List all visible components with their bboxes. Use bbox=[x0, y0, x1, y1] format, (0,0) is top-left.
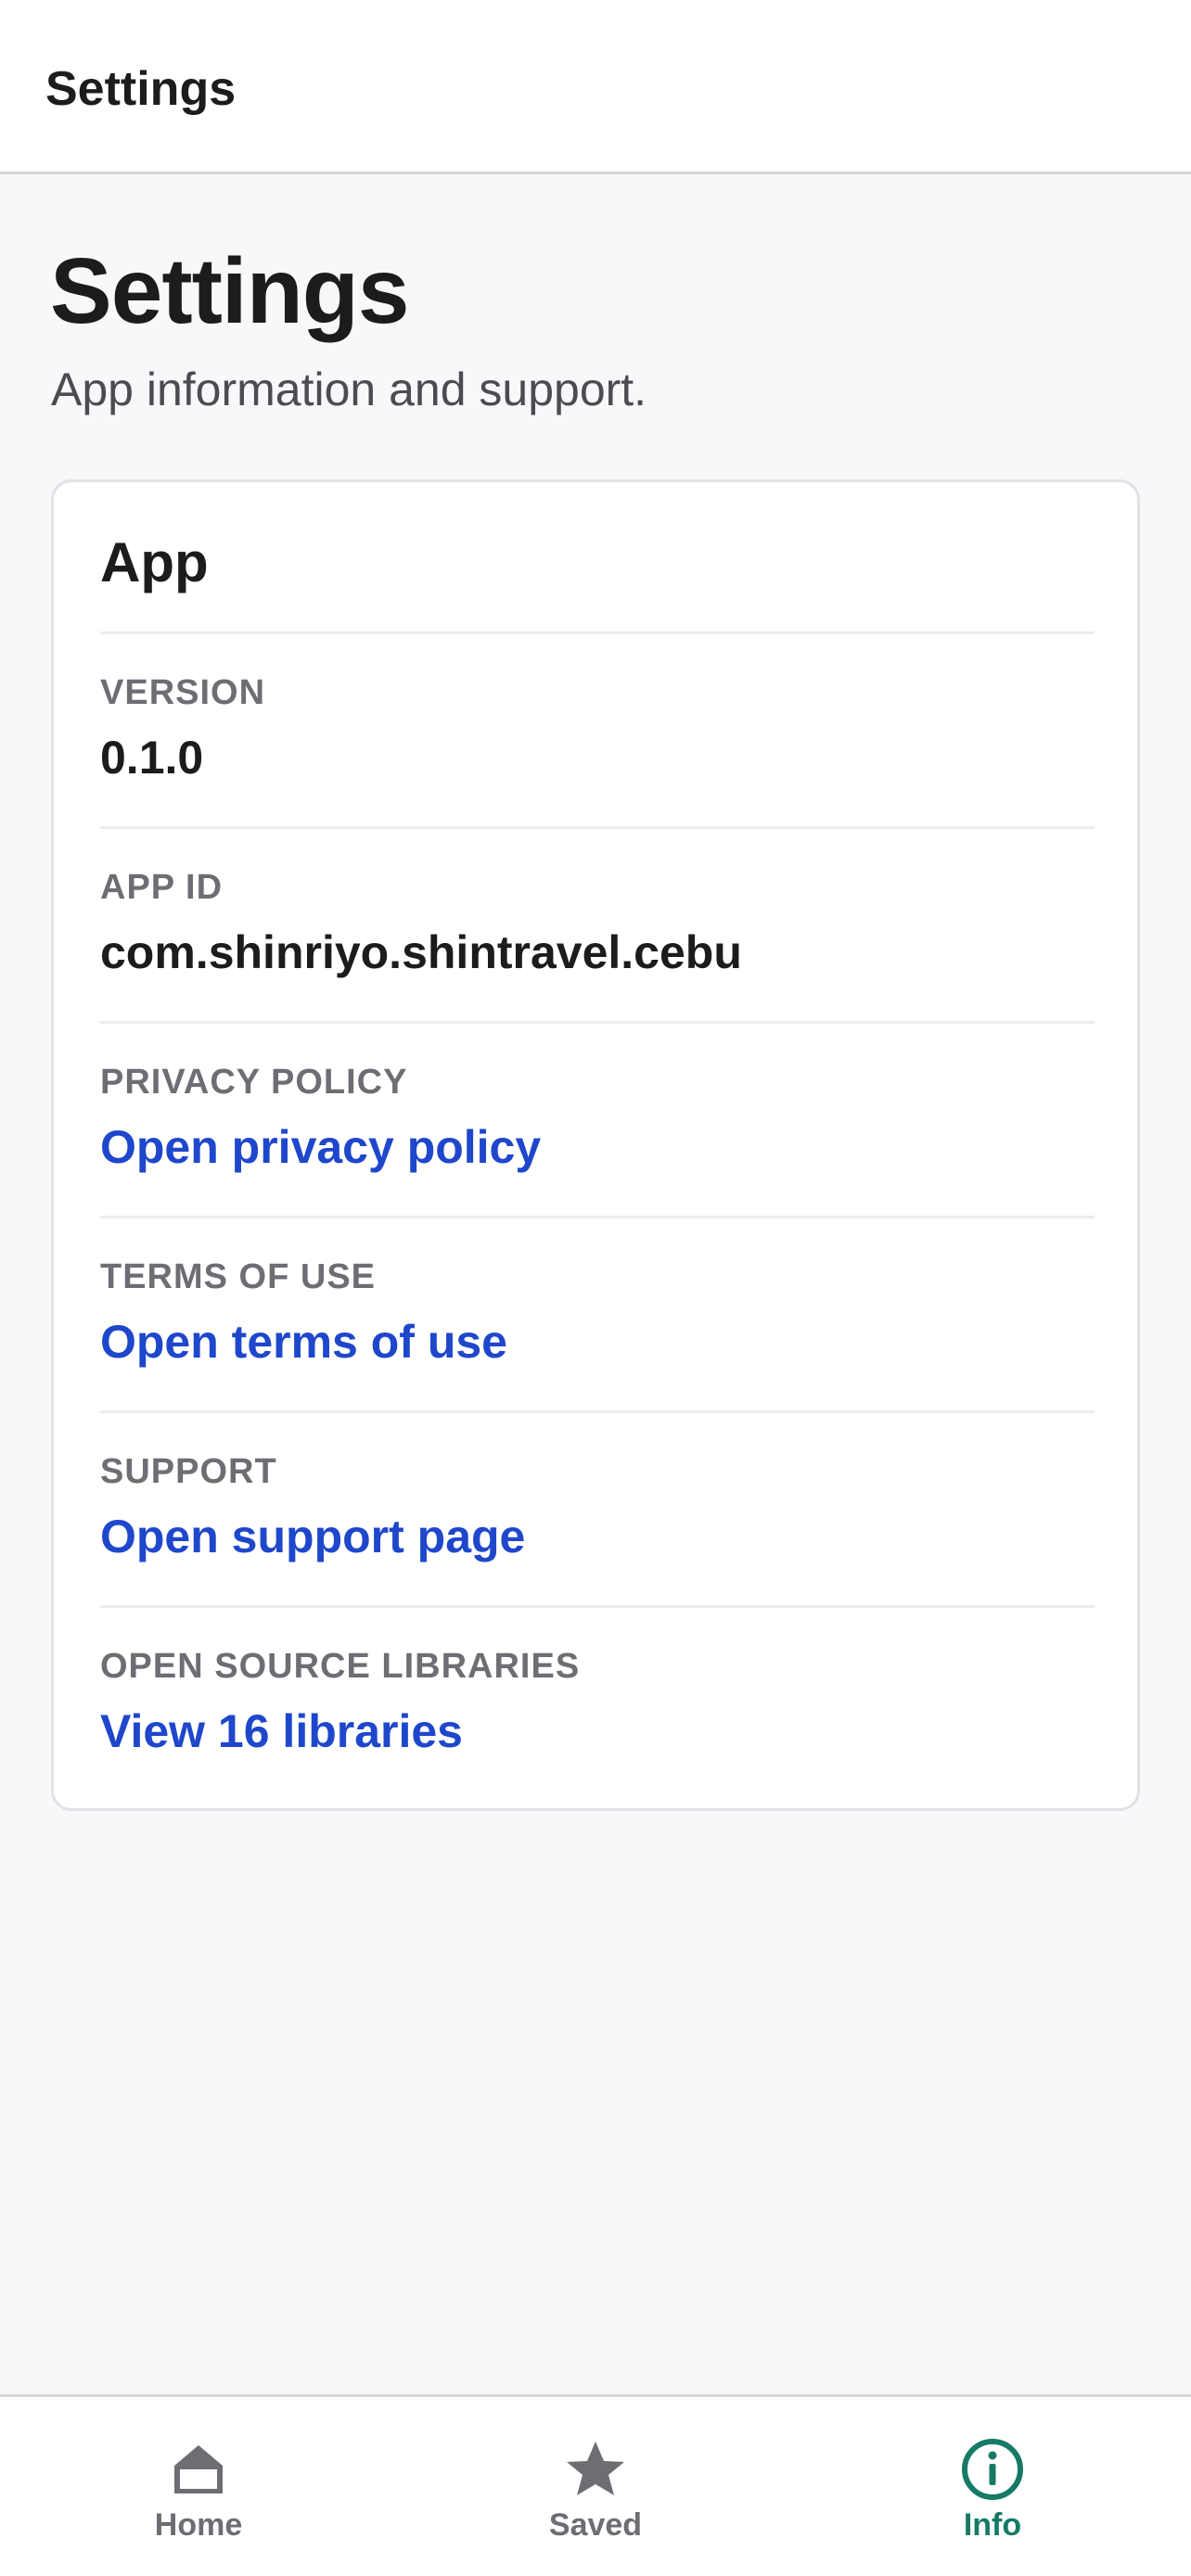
tab-home-label: Home bbox=[154, 2507, 243, 2543]
support-label: SUPPORT bbox=[100, 1452, 277, 1491]
page-subtitle: App information and support. bbox=[51, 363, 647, 415]
terms-of-use-label: TERMS OF USE bbox=[100, 1257, 377, 1296]
version-row: VERSION 0.1.0 bbox=[100, 631, 1095, 826]
app-info-card: App VERSION 0.1.0 APP ID com.shinriyo.sh… bbox=[51, 479, 1140, 1811]
support-link[interactable]: Open support page bbox=[100, 1509, 525, 1564]
terms-of-use-row: TERMS OF USE Open terms of use bbox=[100, 1216, 1095, 1410]
page-title: Settings bbox=[50, 239, 409, 343]
tab-saved[interactable]: Saved bbox=[397, 2397, 794, 2576]
open-source-libraries-link[interactable]: View 16 libraries bbox=[100, 1703, 463, 1759]
app-id-value: com.shinriyo.shintravel.cebu bbox=[100, 926, 742, 978]
tab-bar: Home Saved Info bbox=[0, 2394, 1191, 2576]
version-value: 0.1.0 bbox=[100, 732, 204, 784]
open-source-libraries-row: OPEN SOURCE LIBRARIES View 16 libraries bbox=[100, 1605, 1095, 1800]
privacy-policy-link[interactable]: Open privacy policy bbox=[100, 1119, 541, 1175]
open-source-libraries-label: OPEN SOURCE LIBRARIES bbox=[100, 1647, 581, 1686]
home-icon bbox=[174, 2445, 223, 2493]
privacy-policy-label: PRIVACY POLICY bbox=[100, 1063, 408, 1102]
navigation-bar: Settings bbox=[0, 0, 1191, 174]
app-id-label: APP ID bbox=[100, 868, 224, 907]
tab-saved-label: Saved bbox=[548, 2507, 643, 2543]
terms-of-use-link[interactable]: Open terms of use bbox=[100, 1314, 507, 1370]
nav-title: Settings bbox=[45, 62, 237, 116]
app-id-row: APP ID com.shinriyo.shintravel.cebu bbox=[100, 826, 1095, 1021]
card-title: App bbox=[100, 531, 209, 593]
info-icon bbox=[962, 2439, 1023, 2500]
tab-home[interactable]: Home bbox=[0, 2397, 397, 2576]
support-row: SUPPORT Open support page bbox=[100, 1410, 1095, 1605]
tab-info[interactable]: Info bbox=[794, 2397, 1191, 2576]
star-icon bbox=[567, 2442, 624, 2495]
tab-info-label: Info bbox=[963, 2507, 1022, 2543]
version-label: VERSION bbox=[100, 673, 266, 712]
privacy-policy-row: PRIVACY POLICY Open privacy policy bbox=[100, 1021, 1095, 1216]
